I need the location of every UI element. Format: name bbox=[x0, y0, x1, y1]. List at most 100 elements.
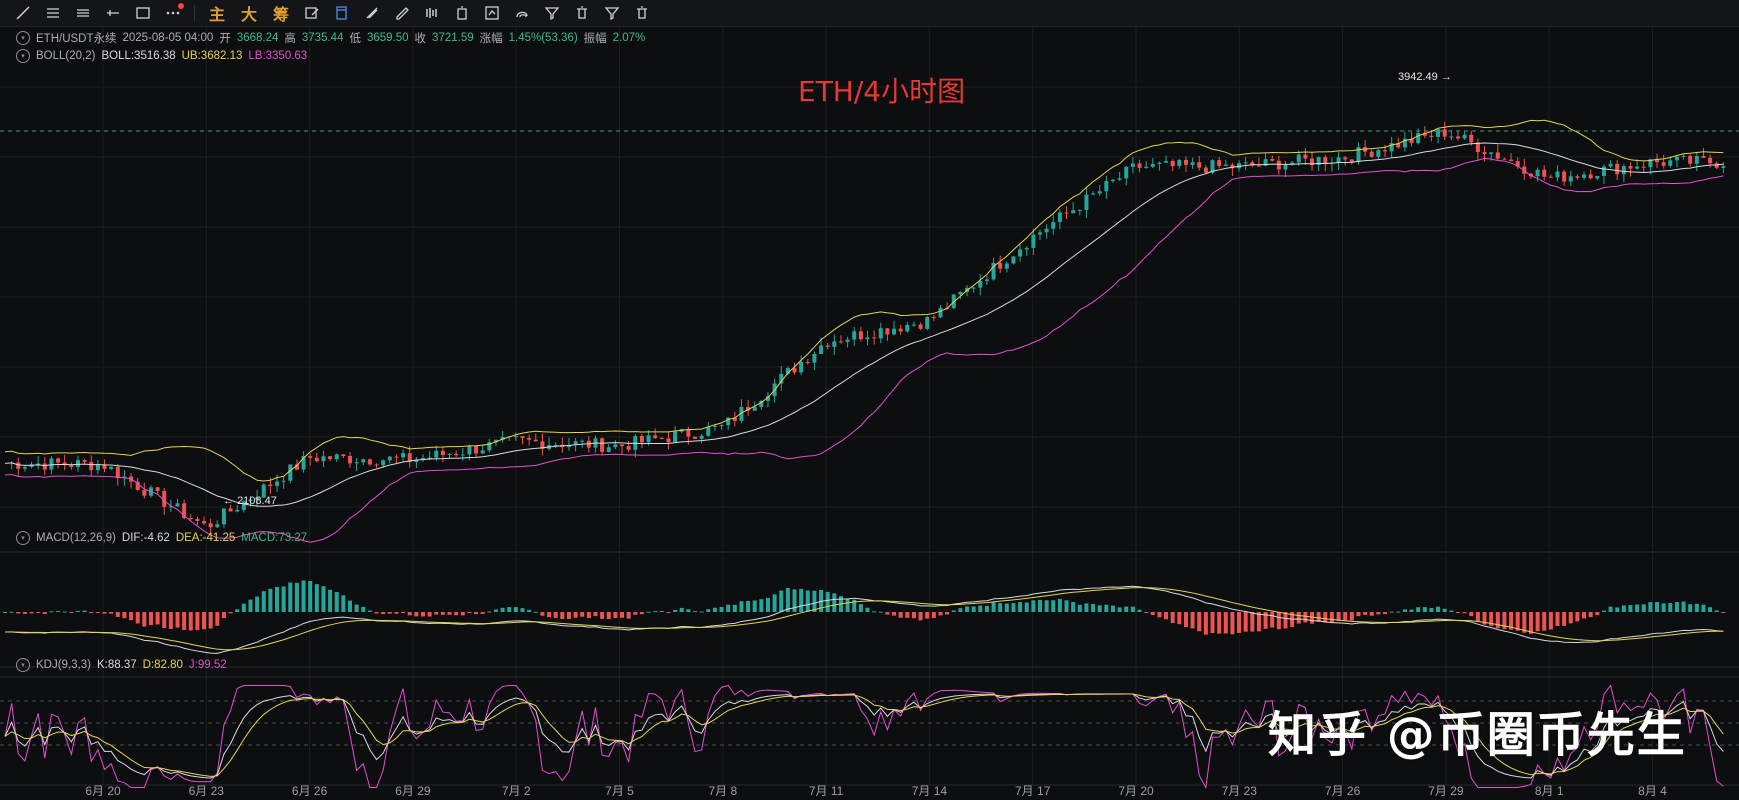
lock-tool-button[interactable] bbox=[359, 2, 385, 24]
eye-tool-button[interactable] bbox=[329, 2, 355, 24]
macd-bar bbox=[693, 611, 697, 613]
macd-bar bbox=[1004, 603, 1009, 612]
macd-bar bbox=[938, 612, 943, 616]
macd-bar bbox=[606, 612, 611, 620]
candle bbox=[991, 257, 996, 281]
indicator-text-button-2[interactable]: 筹 bbox=[267, 2, 295, 24]
magnet-tool-button[interactable] bbox=[569, 2, 595, 24]
indicator-toggle-icon[interactable]: ▾ bbox=[16, 658, 30, 672]
draw-edit-tool-button[interactable] bbox=[299, 2, 325, 24]
candle bbox=[1674, 155, 1679, 168]
trash-tool-button[interactable] bbox=[629, 2, 655, 24]
candle bbox=[1124, 165, 1129, 186]
candle bbox=[414, 457, 419, 469]
macd-bar bbox=[1694, 603, 1699, 612]
candle bbox=[1144, 161, 1149, 169]
macd-bar bbox=[1038, 599, 1042, 612]
high-value: 3735.44 bbox=[301, 32, 344, 44]
indicator-toggle-icon[interactable]: ▾ bbox=[16, 49, 30, 63]
time-axis-label: 7月 14 bbox=[911, 784, 948, 798]
candle bbox=[971, 286, 976, 293]
candle bbox=[852, 326, 857, 347]
candle bbox=[387, 455, 392, 464]
candle bbox=[845, 336, 850, 348]
amp-value: 2.07% bbox=[612, 32, 646, 44]
horizontal-ray-tool-button[interactable] bbox=[100, 2, 126, 24]
boll-mid-band bbox=[4, 142, 1724, 507]
macd-bar bbox=[686, 609, 691, 612]
macd-bar bbox=[281, 586, 286, 612]
macd-bar bbox=[1190, 612, 1195, 629]
candles-tool-button[interactable] bbox=[479, 2, 505, 24]
macd-bar bbox=[1296, 612, 1301, 624]
macd-bar bbox=[1051, 600, 1056, 612]
macd-bar bbox=[765, 597, 770, 612]
horizontal-lines-tool-button[interactable] bbox=[40, 2, 66, 24]
macd-bar bbox=[168, 612, 173, 630]
macd-bar bbox=[1376, 612, 1381, 615]
macd-bar bbox=[401, 612, 406, 613]
macd-bar bbox=[1044, 600, 1049, 612]
candle bbox=[1568, 170, 1573, 186]
parallel-channel-tool-button[interactable] bbox=[70, 2, 96, 24]
macd-bar bbox=[507, 607, 512, 612]
macd-bar bbox=[965, 606, 970, 612]
macd-bar bbox=[746, 600, 751, 612]
macd-bar bbox=[1349, 612, 1354, 621]
macd-histogram bbox=[3, 580, 1726, 635]
calendar-tool-button[interactable] bbox=[539, 2, 565, 24]
macd-bar bbox=[235, 609, 240, 612]
macd-bar bbox=[885, 612, 890, 615]
candle bbox=[1310, 152, 1315, 171]
indicator-text-button-0[interactable]: 主 bbox=[203, 2, 231, 24]
time-axis-label: 7月 5 bbox=[605, 784, 634, 798]
boll-legend: ▾ BOLL(20,2) BOLL:3516.38 UB:3682.13 LB:… bbox=[16, 49, 307, 63]
time-axis-label: 6月 20 bbox=[85, 784, 121, 798]
candle bbox=[765, 392, 770, 408]
trendline-tool-button[interactable] bbox=[10, 2, 36, 24]
candle bbox=[16, 457, 21, 477]
macd-bar bbox=[951, 610, 956, 612]
pencil-tool-button[interactable] bbox=[449, 2, 475, 24]
candle bbox=[931, 314, 936, 322]
macd-bar bbox=[208, 612, 213, 629]
macd-bar bbox=[1608, 606, 1613, 612]
macd-bar bbox=[573, 612, 578, 618]
kdj-j: J:99.52 bbox=[188, 659, 227, 671]
rectangle-tool-button[interactable] bbox=[130, 2, 156, 24]
indicator-toggle-icon[interactable]: ▾ bbox=[16, 531, 30, 545]
macd-bar bbox=[148, 612, 153, 626]
candle bbox=[1363, 140, 1368, 157]
macd-bar bbox=[36, 612, 41, 613]
macd-bar bbox=[1097, 605, 1102, 612]
macd-bar bbox=[759, 599, 764, 612]
macd-bar bbox=[288, 582, 293, 612]
macd-bar bbox=[540, 612, 545, 616]
filter-tool-button[interactable] bbox=[599, 2, 625, 24]
time-axis-label: 7月 11 bbox=[808, 784, 844, 798]
time-axis-label: 8月 4 bbox=[1638, 784, 1667, 798]
time-axis-label: 6月 29 bbox=[395, 784, 431, 798]
macd-bar bbox=[1416, 607, 1421, 612]
alert-tool-button[interactable] bbox=[509, 2, 535, 24]
candle-datetime: 2025-08-05 04:00 bbox=[122, 32, 214, 44]
macd-bar bbox=[653, 611, 658, 613]
price-chart[interactable] bbox=[0, 27, 1739, 800]
macd-bar bbox=[420, 612, 425, 617]
ruler-tool-button[interactable] bbox=[419, 2, 445, 24]
candle bbox=[195, 516, 200, 526]
indicator-text-button-1[interactable]: 大 bbox=[235, 2, 263, 24]
kdj-name: KDJ(9,3,3) bbox=[36, 659, 91, 671]
macd-bar bbox=[1621, 605, 1626, 612]
lock-icon bbox=[366, 7, 378, 19]
candle bbox=[1011, 255, 1016, 265]
copy-layer-tool-button[interactable] bbox=[389, 2, 415, 24]
candle bbox=[1694, 151, 1699, 172]
candle bbox=[1157, 161, 1162, 171]
macd-bar bbox=[998, 603, 1003, 612]
eye-icon bbox=[336, 6, 347, 20]
symbol-legend: ▾ ETH/USDT永续 2025-08-05 04:00 开 3668.24 高… bbox=[16, 30, 645, 46]
more-dots-tool-button[interactable] bbox=[160, 2, 186, 24]
toggle-eye-icon[interactable]: ▾ bbox=[16, 31, 30, 45]
macd-bar bbox=[1104, 604, 1109, 612]
